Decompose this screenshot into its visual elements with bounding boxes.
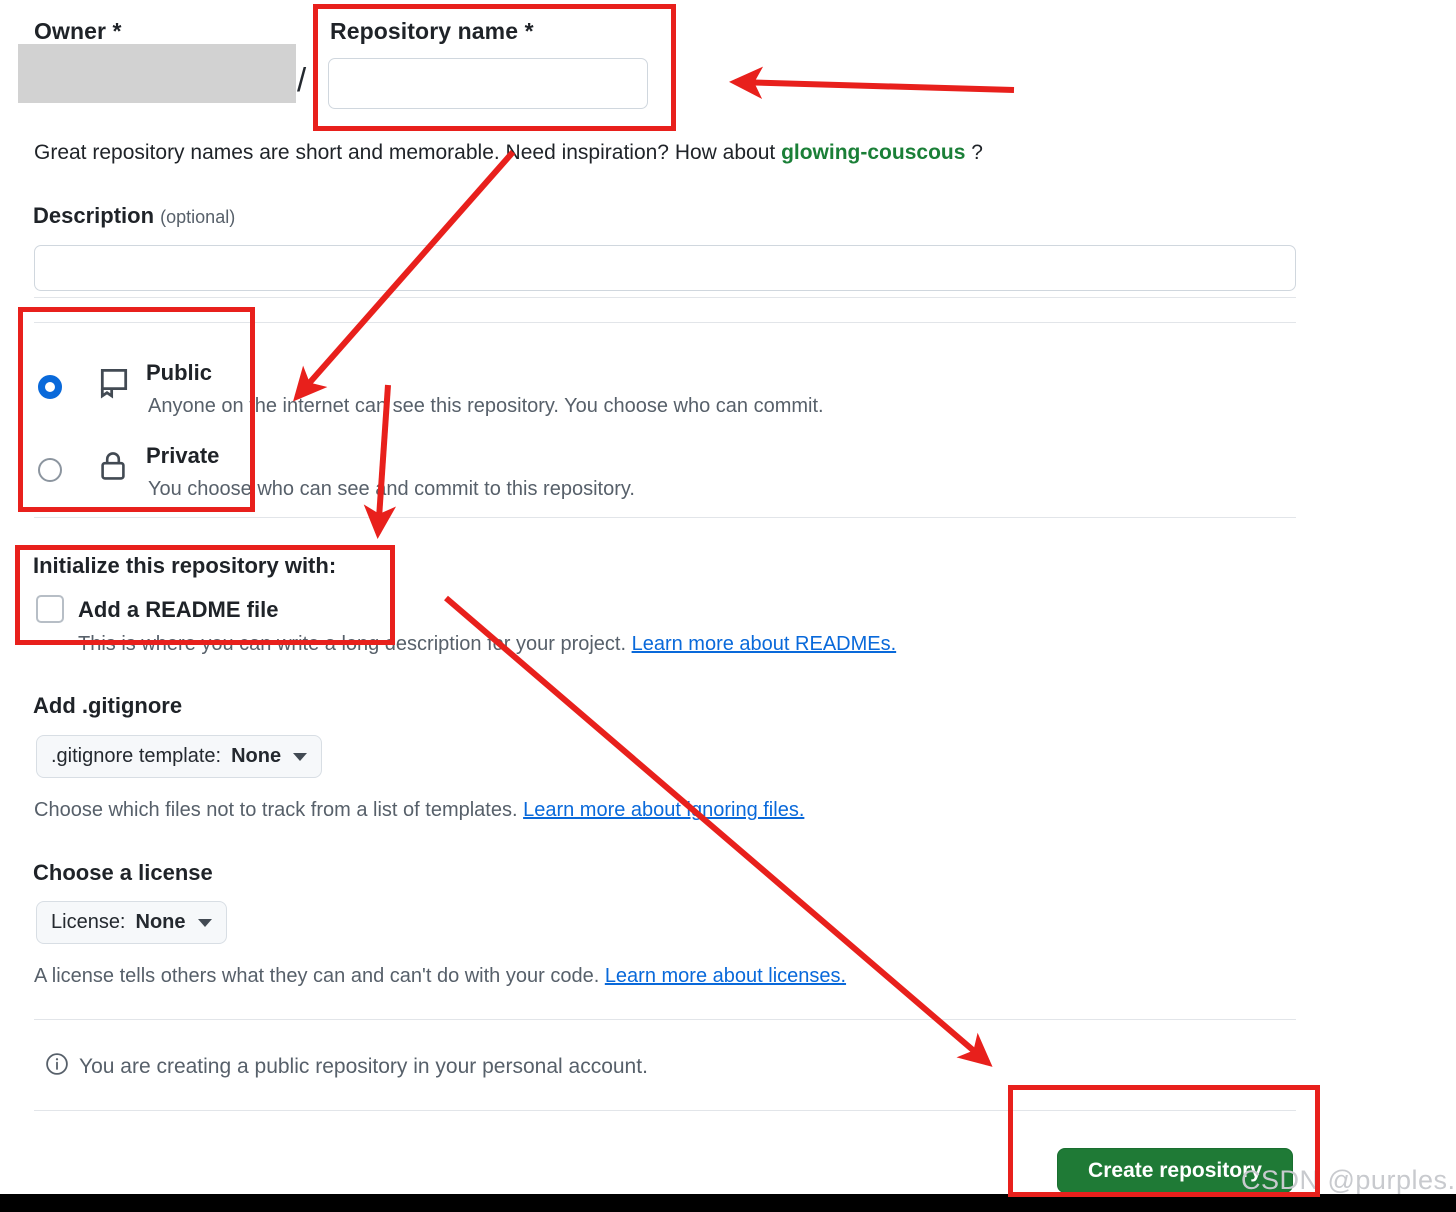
divider-above-submit: [34, 1110, 1296, 1111]
license-learn-more-link[interactable]: Learn more about licenses.: [605, 965, 846, 987]
readme-checkbox[interactable]: [36, 595, 64, 623]
chevron-down-icon: [197, 918, 212, 927]
hint-suffix: ?: [965, 141, 983, 164]
visibility-title-private: Private: [146, 443, 220, 468]
gitignore-template-select[interactable]: .gitignore template: None: [36, 735, 323, 778]
gitignore-learn-more-link[interactable]: Learn more about ignoring files.: [523, 799, 804, 821]
chevron-down-icon: [293, 752, 308, 761]
license-heading: Choose a license: [33, 860, 213, 885]
owner-label: Owner *: [34, 18, 122, 44]
divider-above-info: [34, 1019, 1296, 1020]
info-icon: [45, 1052, 69, 1082]
gitignore-note-text: Choose which files not to track from a l…: [34, 799, 524, 821]
license-select-prefix: License:: [51, 911, 126, 933]
readme-note-text: This is where you can write a long descr…: [78, 633, 632, 655]
visibility-description-private: You choose who can see and commit to thi…: [148, 478, 635, 500]
readme-learn-more-link[interactable]: Learn more about READMEs.: [632, 633, 897, 655]
divider-visibility-top: [34, 322, 1296, 323]
repository-name-hint: Great repository names are short and mem…: [34, 141, 983, 165]
owner-select-redacted[interactable]: [18, 44, 296, 103]
hint-prefix: Great repository names are short and mem…: [34, 141, 782, 164]
repository-name-input[interactable]: [328, 58, 648, 109]
owner-and-name-row: Owner * / Repository name *: [0, 0, 1456, 130]
suggested-name-link[interactable]: glowing-couscous: [781, 141, 965, 164]
license-note-text: A license tells others what they can and…: [34, 965, 605, 987]
repository-name-label: Repository name *: [330, 18, 534, 44]
csdn-watermark: CSDN @purples.: [1241, 1165, 1456, 1195]
license-select-value: None: [135, 911, 186, 933]
radio-public[interactable]: [38, 375, 62, 399]
create-repository-form: Owner * / Repository name * Great reposi…: [0, 0, 1456, 1212]
divider-above-visibility: [34, 297, 1296, 298]
divider-below-visibility: [34, 517, 1296, 518]
description-input[interactable]: [34, 245, 1296, 291]
description-optional-tag: (optional): [160, 207, 236, 227]
gitignore-select-prefix: .gitignore template:: [51, 745, 222, 767]
initialize-heading: Initialize this repository with:: [33, 553, 337, 578]
owner-name-separator: /: [297, 61, 307, 98]
bottom-black-bar: [0, 1194, 1456, 1212]
description-label: Description (optional): [33, 203, 235, 229]
info-note-text: You are creating a public repository in …: [79, 1055, 648, 1078]
visibility-title-public: Public: [146, 360, 213, 385]
public-repo-info-note: You are creating a public repository in …: [45, 1052, 648, 1082]
license-note: A license tells others what they can and…: [34, 965, 846, 988]
radio-private[interactable]: [38, 458, 62, 482]
gitignore-select-value: None: [231, 745, 282, 767]
lock-icon: [97, 448, 129, 489]
repo-book-icon: [97, 366, 131, 407]
readme-checkbox-label: Add a README file: [78, 597, 279, 622]
visibility-description-public: Anyone on the internet can see this repo…: [148, 395, 824, 417]
gitignore-heading: Add .gitignore: [33, 693, 183, 718]
description-label-text: Description: [33, 203, 155, 228]
readme-note: This is where you can write a long descr…: [78, 633, 896, 656]
arrow-to-create-button: [444, 595, 993, 1067]
license-select[interactable]: License: None: [36, 901, 227, 944]
gitignore-note: Choose which files not to track from a l…: [34, 799, 804, 822]
